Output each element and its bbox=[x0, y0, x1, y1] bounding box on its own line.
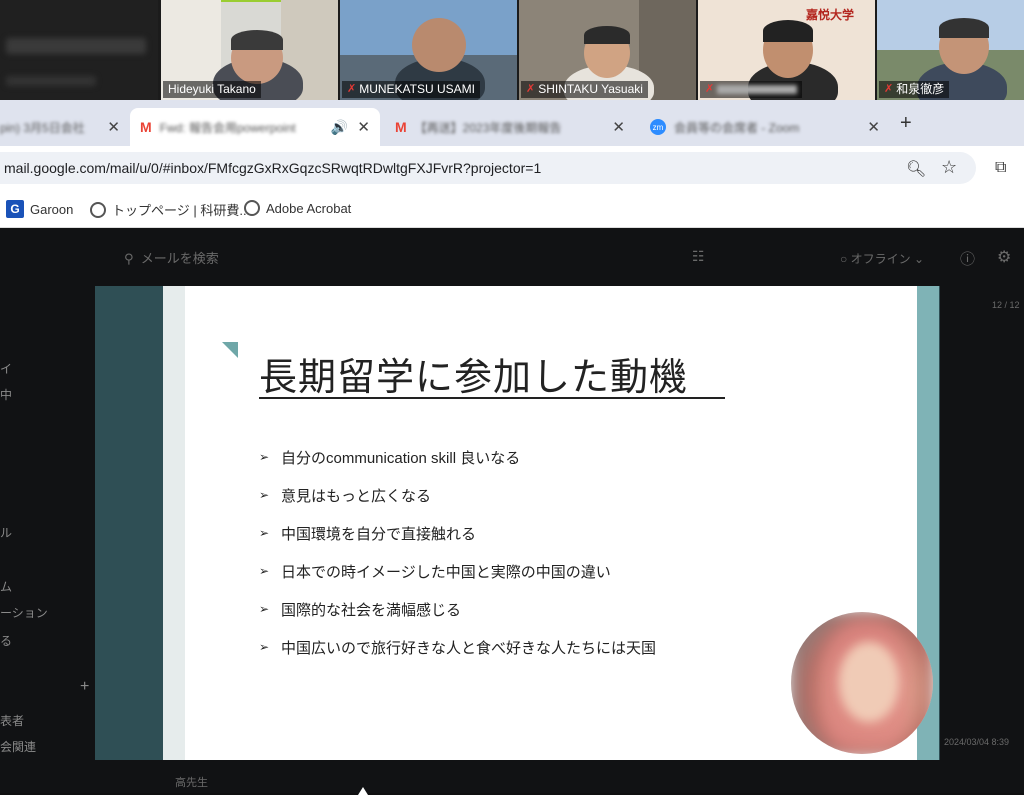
slide-bullet: ➢ 中国環境を自分で直接触れる bbox=[259, 525, 477, 543]
participant-name-4: ✗ bbox=[700, 81, 803, 98]
gmail-icon: M bbox=[395, 119, 407, 135]
gmail-sidebar-item[interactable]: 中 bbox=[0, 386, 12, 403]
gmail-sidebar-item[interactable]: 会関連 bbox=[0, 738, 36, 755]
university-logo: 嘉悦大学 bbox=[806, 8, 855, 22]
bookmark-kakenhi[interactable]: トップページ | 科研費... bbox=[90, 200, 250, 219]
corner-decoration bbox=[222, 342, 238, 358]
slide-bullet: ➢ 自分のcommunication skill 良いなる bbox=[259, 449, 521, 467]
gmail-sidebar-item[interactable]: 表者 bbox=[0, 712, 24, 729]
zoom-participant-strip: Hideyuki Takano ✗ MUNEKATSU USAMI ✗ SHINTA… bbox=[0, 0, 1024, 100]
add-label-icon[interactable]: + bbox=[80, 678, 89, 696]
tab-4[interactable]: zm 会員等の会席者 - Zoom ✕ bbox=[640, 108, 890, 146]
participant-tile-3[interactable]: ✗ SHINTAKU Yasuaki bbox=[519, 0, 696, 100]
browser-toolbar: mail.google.com/mail/u/0/#inbox/FMfcgzGx… bbox=[0, 146, 1024, 190]
slide-title: 長期留学に参加した動機 bbox=[259, 357, 689, 399]
gmail-sidebar-item[interactable]: イ bbox=[0, 360, 12, 377]
arrow-bullet-icon: ➢ bbox=[259, 526, 270, 540]
mic-muted-icon: ✗ bbox=[884, 83, 894, 95]
globe-icon bbox=[90, 201, 106, 218]
participant-tile-1[interactable]: Hideyuki Takano bbox=[161, 0, 338, 100]
slide-bullet: ➢ 中国広いので旅行好きな人と食べ好きな人たちには天国 bbox=[259, 639, 657, 657]
bookmark-garoon[interactable]: G Garoon bbox=[6, 200, 73, 218]
arrow-bullet-icon: ➢ bbox=[259, 450, 270, 464]
gmail-sidebar-item[interactable]: ーション bbox=[0, 604, 48, 621]
arrow-bullet-icon: ➢ bbox=[259, 602, 270, 616]
browser-tab-bar: pin) 3月5日会社 ✕ M Fwd: 報告会用powerpoint 🔊 ✕ … bbox=[0, 100, 1024, 146]
bookmarks-bar: G Garoon トップページ | 科研費... Adobe Acrobat bbox=[0, 190, 1024, 228]
participant-tile-5[interactable]: ✗ 和泉徹彦 bbox=[877, 0, 1024, 100]
offline-status[interactable]: ○ オフライン ⌄ bbox=[840, 250, 924, 267]
self-subtitle-blurred bbox=[6, 76, 96, 86]
speaker-icon[interactable]: 🔊 bbox=[331, 119, 348, 136]
garoon-icon: G bbox=[6, 200, 24, 218]
gmail-sidebar-item[interactable]: る bbox=[0, 632, 12, 649]
participant-tile-2[interactable]: ✗ MUNEKATSU USAMI bbox=[340, 0, 517, 100]
extensions-icon[interactable]: ⧉ bbox=[995, 159, 1006, 177]
slide-bullet: ➢ 日本での時イメージした中国と実際の中国の違い bbox=[259, 563, 611, 581]
globe-icon bbox=[244, 200, 260, 216]
arrow-bullet-icon: ➢ bbox=[259, 640, 270, 654]
search-options-icon[interactable]: ☷ bbox=[692, 248, 705, 265]
message-date: 2024/03/04 8:39 bbox=[944, 737, 1010, 747]
gmail-icon: M bbox=[140, 119, 152, 135]
page-count: 12 / 12 bbox=[992, 300, 1020, 310]
participant-name-5: ✗ 和泉徹彦 bbox=[879, 81, 950, 98]
slide-bullet: ➢ 国際的な社会を満幅感じる bbox=[259, 601, 462, 619]
presenter-webcam-bubble[interactable] bbox=[791, 612, 933, 754]
settings-gear-icon[interactable]: ⚙ bbox=[997, 247, 1011, 267]
help-icon[interactable]: ⓘ bbox=[960, 248, 975, 269]
gmail-sidebar-item[interactable]: ル bbox=[0, 524, 12, 541]
self-name-blurred bbox=[6, 38, 146, 54]
tab-1[interactable]: pin) 3月5日会社 ✕ bbox=[0, 108, 130, 146]
slide-bullet: ➢ 意見はもっと広くなる bbox=[259, 487, 432, 505]
mic-muted-icon: ✗ bbox=[347, 83, 357, 95]
tab-3[interactable]: M 【再送】2023年度後期報告 ✕ bbox=[385, 108, 635, 146]
url-text[interactable]: mail.google.com/mail/u/0/#inbox/FMfcgzGx… bbox=[4, 160, 541, 176]
sender-name: 高先生 bbox=[175, 777, 208, 789]
zoom-magnifier-icon[interactable]: 🔍︎ bbox=[906, 159, 926, 179]
new-tab-button[interactable]: + bbox=[900, 112, 912, 135]
self-video-tile[interactable] bbox=[0, 0, 158, 100]
participant-name-1: Hideyuki Takano bbox=[163, 81, 261, 98]
gmail-search[interactable]: ⚲ メールを検索 bbox=[124, 248, 219, 267]
mouse-cursor bbox=[358, 787, 368, 795]
gmail-sidebar-item[interactable]: ム bbox=[0, 578, 12, 595]
tab-2[interactable]: M Fwd: 報告会用powerpoint 🔊 ✕ bbox=[130, 108, 380, 146]
bookmark-adobe-acrobat[interactable]: Adobe Acrobat bbox=[244, 200, 351, 216]
slide-bullet-list: ➢ 自分のcommunication skill 良いなる ➢ 意見はもっと広くなる… bbox=[259, 438, 656, 666]
participant-name-3: ✗ SHINTAKU Yasuaki bbox=[521, 81, 648, 98]
close-tab-icon[interactable]: ✕ bbox=[867, 118, 880, 136]
participant-name-2: ✗ MUNEKATSU USAMI bbox=[342, 81, 481, 98]
close-tab-icon[interactable]: ✕ bbox=[357, 118, 370, 136]
bookmark-star-icon[interactable]: ☆ bbox=[941, 157, 957, 178]
mic-muted-icon: ✗ bbox=[705, 83, 715, 95]
close-tab-icon[interactable]: ✕ bbox=[612, 118, 625, 136]
search-icon: ⚲ bbox=[124, 251, 134, 266]
zoom-icon: zm bbox=[650, 119, 666, 135]
arrow-bullet-icon: ➢ bbox=[259, 488, 270, 502]
arrow-bullet-icon: ➢ bbox=[259, 564, 270, 578]
participant-tile-4[interactable]: 嘉悦大学 ✗ bbox=[698, 0, 875, 100]
close-tab-icon[interactable]: ✕ bbox=[107, 118, 120, 136]
mic-muted-icon: ✗ bbox=[526, 83, 536, 95]
